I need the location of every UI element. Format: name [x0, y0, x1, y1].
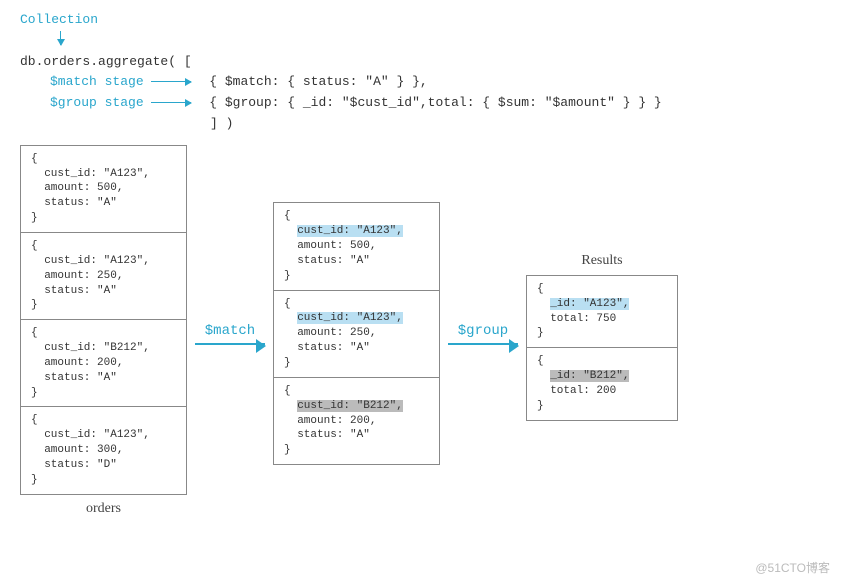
orders-title: orders [86, 501, 121, 517]
matched-doc: { cust_id: "B212", amount: 200, status: … [274, 377, 439, 464]
orders-box: { cust_id: "A123", amount: 500, status: … [20, 145, 187, 495]
result-doc: { _id: "B212", total: 200 } [527, 347, 677, 419]
result-doc: { _id: "A123", total: 750 } [527, 276, 677, 347]
order-doc: { cust_id: "A123", amount: 300, status: … [21, 406, 186, 493]
group-stage-label: $group stage [50, 95, 144, 110]
arrow-down-icon [60, 31, 61, 45]
watermark: @51CTO博客 [755, 559, 830, 576]
pipeline-diagram: { cust_id: "A123", amount: 500, status: … [20, 145, 826, 523]
matched-column: { cust_id: "A123", amount: 500, status: … [273, 202, 440, 465]
match-stage-label: $match stage [50, 74, 144, 89]
group-arrow-label: $group [458, 323, 508, 339]
order-doc: { cust_id: "A123", amount: 500, status: … [21, 146, 186, 232]
code-open: db.orders.aggregate( [ [20, 52, 826, 73]
arrow-right-icon [151, 81, 191, 82]
code-close: ] ) [20, 114, 826, 135]
results-box: { _id: "A123", total: 750 }{ _id: "B212"… [526, 275, 678, 421]
group-expression: { $group: { _id: "$cust_id",total: { $su… [209, 95, 661, 110]
orders-column: { cust_id: "A123", amount: 500, status: … [20, 145, 187, 523]
results-title: Results [581, 253, 622, 269]
match-expression: { $match: { status: "A" } }, [209, 74, 427, 89]
results-column: Results { _id: "A123", total: 750 }{ _id… [526, 247, 678, 421]
arrow-right-icon [195, 343, 265, 345]
arrow-right-icon [448, 343, 518, 345]
matched-doc: { cust_id: "A123", amount: 500, status: … [274, 203, 439, 289]
code-block: Collection db.orders.aggregate( [ $match… [20, 10, 826, 135]
match-arrow: $match [195, 323, 265, 345]
collection-label: Collection [20, 12, 98, 27]
order-doc: { cust_id: "B212", amount: 200, status: … [21, 319, 186, 406]
arrow-right-icon [151, 102, 191, 103]
matched-doc: { cust_id: "A123", amount: 250, status: … [274, 290, 439, 377]
group-arrow: $group [448, 323, 518, 345]
matched-box: { cust_id: "A123", amount: 500, status: … [273, 202, 440, 465]
order-doc: { cust_id: "A123", amount: 250, status: … [21, 232, 186, 319]
match-arrow-label: $match [205, 323, 255, 339]
